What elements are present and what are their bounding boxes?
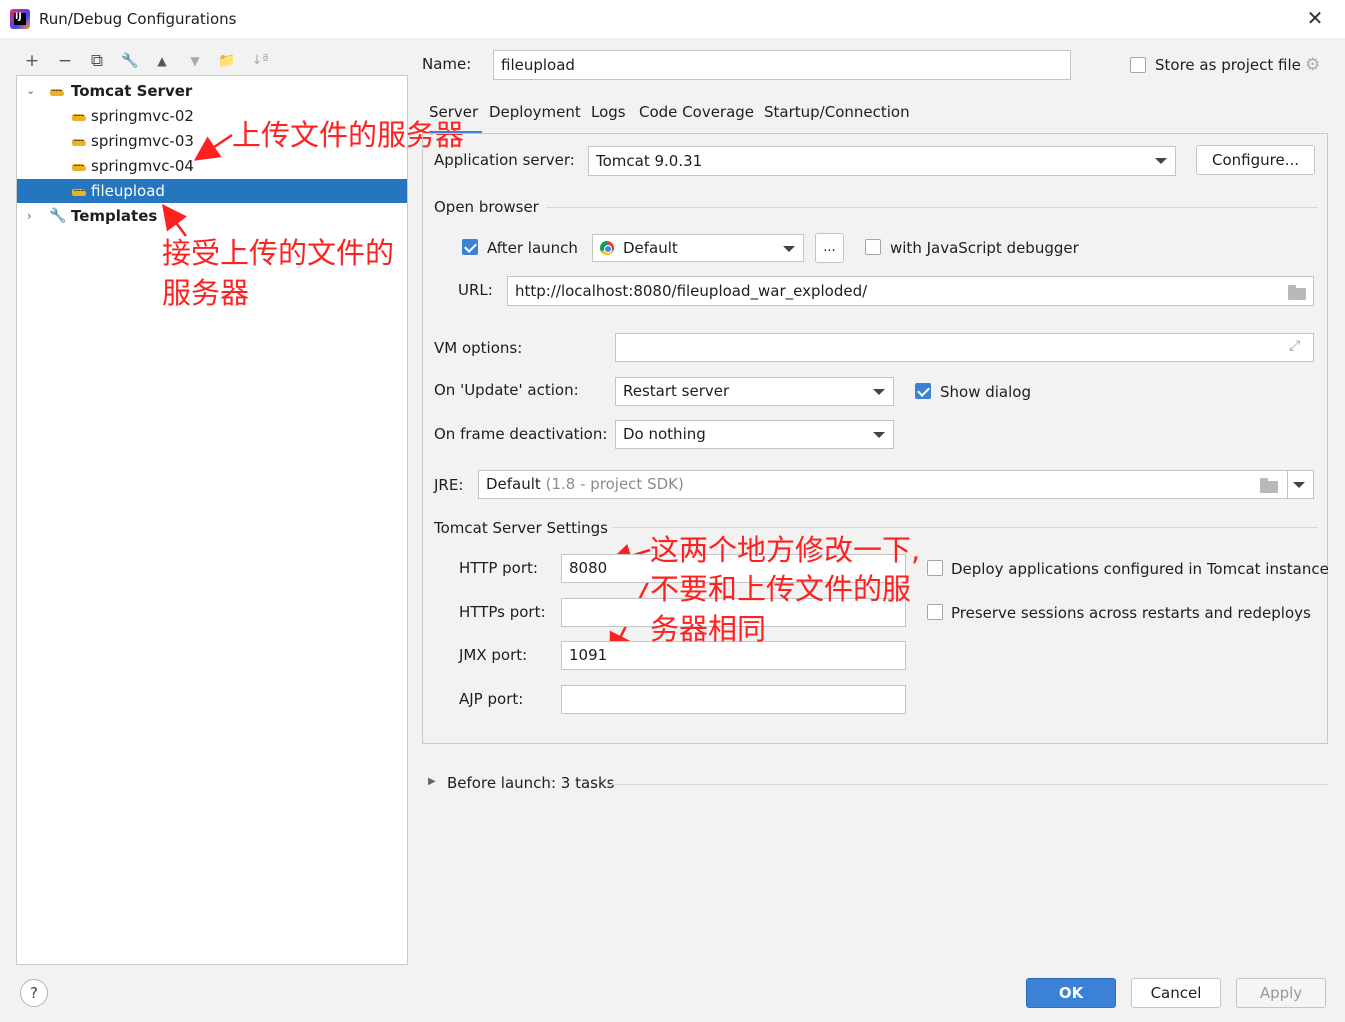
preserve-sessions-checkbox[interactable] — [927, 604, 943, 620]
frame-deactivation-label: On frame deactivation: — [434, 425, 608, 443]
gear-icon[interactable]: ⚙ — [1305, 55, 1320, 75]
cancel-button[interactable]: Cancel — [1131, 978, 1221, 1008]
store-as-project-checkbox[interactable] — [1130, 57, 1146, 73]
url-label: URL: — [458, 281, 493, 299]
divider — [611, 784, 1329, 785]
update-action-label: On 'Update' action: — [434, 381, 579, 399]
app-server-select[interactable]: Tomcat 9.0.31 — [588, 146, 1176, 176]
before-launch-label[interactable]: Before launch: 3 tasks — [447, 774, 614, 792]
ajp-port-input[interactable] — [561, 685, 906, 714]
folder-icon[interactable] — [1260, 478, 1278, 493]
store-as-project-label: Store as project file — [1155, 56, 1301, 74]
vm-options-input[interactable] — [615, 333, 1314, 362]
name-input[interactable]: fileupload — [493, 50, 1071, 80]
tomcat-settings-label: Tomcat Server Settings — [434, 519, 608, 537]
help-button[interactable]: ? — [20, 979, 48, 1007]
url-input[interactable]: http://localhost:8080/fileupload_war_exp… — [507, 276, 1314, 306]
chevron-right-icon[interactable]: ▶ — [428, 776, 436, 787]
browser-options-button[interactable]: ... — [815, 233, 844, 263]
tab-deployment[interactable]: Deployment — [489, 103, 581, 131]
tab-startup-connection[interactable]: Startup/Connection — [764, 103, 910, 131]
annotation-port-line1: 这两个地方修改一下, — [650, 533, 921, 567]
preserve-sessions-label: Preserve sessions across restarts and re… — [951, 604, 1311, 622]
js-debugger-label: with JavaScript debugger — [890, 239, 1079, 257]
divider — [546, 207, 1318, 208]
arrow-to-fileupload — [162, 204, 187, 237]
jre-value: Default — [486, 475, 541, 493]
folder-icon[interactable] — [1288, 285, 1306, 300]
open-browser-label: Open browser — [434, 198, 539, 216]
js-debugger-checkbox[interactable] — [865, 239, 881, 255]
jre-dropdown-button[interactable] — [1287, 470, 1314, 499]
apply-button[interactable]: Apply — [1236, 978, 1326, 1008]
tab-logs[interactable]: Logs — [591, 103, 626, 131]
deploy-apps-checkbox[interactable] — [927, 560, 943, 576]
name-label: Name: — [422, 55, 472, 73]
vm-options-label: VM options: — [434, 339, 523, 357]
deploy-apps-label: Deploy applications configured in Tomcat… — [951, 560, 1329, 578]
after-launch-checkbox[interactable] — [462, 239, 478, 255]
https-port-label: HTTPs port: — [459, 603, 546, 621]
tab-code-coverage[interactable]: Code Coverage — [639, 103, 754, 131]
expand-icon[interactable]: ⤢ — [1289, 338, 1300, 354]
jre-label: JRE: — [434, 476, 464, 494]
jre-input[interactable]: Default (1.8 - project SDK) — [478, 470, 1288, 499]
app-server-label: Application server: — [434, 151, 575, 169]
jmx-port-label: JMX port: — [459, 646, 528, 664]
annotation-port-line2: 不要和上传文件的服 — [650, 572, 912, 606]
frame-deactivation-select[interactable]: Do nothing — [615, 420, 894, 449]
arrow-to-springmvc-04 — [193, 133, 233, 161]
after-launch-label: After launch — [487, 239, 578, 257]
http-port-label: HTTP port: — [459, 559, 538, 577]
annotation-port-line3: 务器相同 — [650, 612, 767, 646]
jre-hint: (1.8 - project SDK) — [545, 475, 684, 493]
ok-button[interactable]: OK — [1026, 978, 1116, 1008]
chrome-icon-center — [604, 245, 612, 253]
tab-server[interactable]: Server — [429, 103, 482, 134]
show-dialog-checkbox[interactable] — [915, 383, 931, 399]
update-action-select[interactable]: Restart server — [615, 377, 894, 406]
ajp-port-label: AJP port: — [459, 690, 524, 708]
browser-select[interactable]: Default — [592, 234, 804, 262]
show-dialog-label: Show dialog — [940, 383, 1031, 401]
configure-button[interactable]: Configure... — [1196, 145, 1315, 175]
